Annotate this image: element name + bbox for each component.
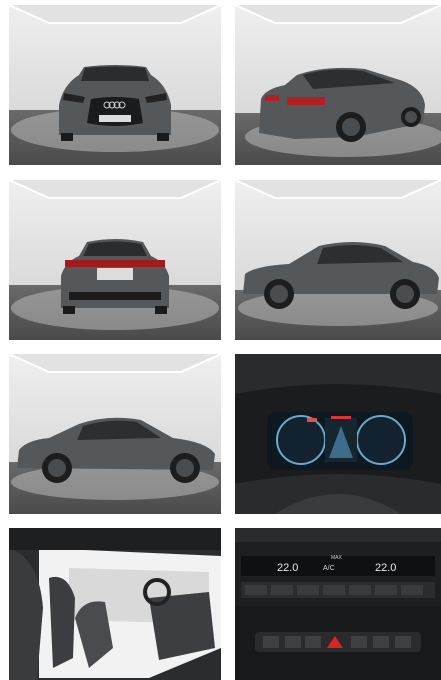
car-side-right-image [235,180,441,340]
car-side-left-image [9,354,221,514]
photo-instrument-cluster[interactable] [235,354,441,514]
photo-rear-three-quarter-view[interactable] [235,5,441,165]
max-label: MAX [331,555,343,561]
left-temp-readout: 22.0 [277,562,298,574]
car-rear-three-quarter-image [235,5,441,165]
photo-side-view-right[interactable] [235,180,441,340]
climate-control-image: 22.0 22.0 A/C MAX [235,528,441,680]
front-seats-image [9,528,221,680]
instrument-cluster-image [235,354,441,514]
ac-label: A/C [323,565,335,572]
car-rear-image [9,180,221,340]
photo-side-view-left[interactable] [9,354,221,514]
right-temp-readout: 22.0 [375,562,396,574]
car-front-image [9,5,221,165]
photo-front-view[interactable] [9,5,221,165]
photo-rear-view[interactable] [9,180,221,340]
photo-climate-control[interactable]: 22.0 22.0 A/C MAX [235,528,441,680]
photo-front-seats[interactable] [9,528,221,680]
